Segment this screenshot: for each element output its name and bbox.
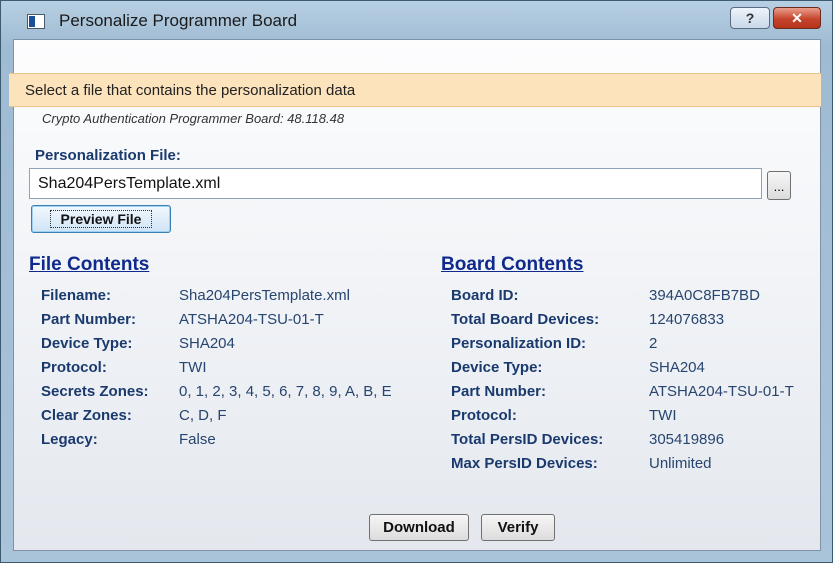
- file-field-value: TWI: [179, 359, 207, 376]
- download-button[interactable]: Download: [369, 514, 469, 541]
- file-field-value: 0, 1, 2, 3, 4, 5, 6, 7, 8, 9, A, B, E: [179, 383, 392, 400]
- board-field-value: 124076833: [649, 311, 725, 328]
- preview-file-button[interactable]: Preview File: [31, 205, 171, 233]
- file-field-label: Protocol:: [41, 359, 107, 376]
- app-icon: [27, 14, 45, 29]
- file-field-label: Filename:: [41, 287, 112, 304]
- title-bar: Personalize Programmer Board ? ✕: [1, 1, 833, 35]
- board-field-label: Personalization ID:: [451, 335, 587, 352]
- preview-file-label: Preview File: [49, 210, 153, 228]
- file-field-value: SHA204: [179, 335, 235, 352]
- window-title: Personalize Programmer Board: [59, 11, 298, 30]
- close-button[interactable]: ✕: [773, 7, 821, 29]
- instruction-banner: Select a file that contains the personal…: [9, 73, 821, 107]
- help-button[interactable]: ?: [730, 7, 770, 29]
- instruction-text: Select a file that contains the personal…: [25, 82, 356, 99]
- board-field-label: Total PersID Devices:: [451, 431, 604, 448]
- browse-button[interactable]: ...: [767, 171, 791, 200]
- board-field-label: Device Type:: [451, 359, 543, 376]
- file-field-label: Device Type:: [41, 335, 133, 352]
- personalization-file-input[interactable]: Sha204PersTemplate.xml: [29, 168, 762, 199]
- file-field-label: Part Number:: [41, 311, 137, 328]
- dialog-window: Personalize Programmer Board ? ✕ Select …: [0, 0, 833, 563]
- file-field-value: False: [179, 431, 216, 448]
- verify-button[interactable]: Verify: [481, 514, 555, 541]
- file-field-value: ATSHA204-TSU-01-T: [179, 311, 324, 328]
- file-field-value: Sha204PersTemplate.xml: [179, 287, 350, 304]
- personalization-file-label: Personalization File:: [35, 147, 181, 164]
- board-field-value: 394A0C8FB7BD: [649, 287, 760, 304]
- board-field-value: 2: [649, 335, 658, 352]
- board-field-label: Board ID:: [451, 287, 519, 304]
- board-field-value: Unlimited: [649, 455, 712, 472]
- board-field-value: SHA204: [649, 359, 705, 376]
- board-field-value: ATSHA204-TSU-01-T: [649, 383, 794, 400]
- board-version-label: Crypto Authentication Programmer Board: …: [42, 111, 345, 126]
- board-field-label: Total Board Devices:: [451, 311, 600, 328]
- board-contents-title: Board Contents: [441, 254, 584, 275]
- file-field-label: Legacy:: [41, 431, 98, 448]
- board-field-label: Part Number:: [451, 383, 547, 400]
- file-contents-title: File Contents: [29, 254, 150, 275]
- file-field-label: Secrets Zones:: [41, 383, 149, 400]
- board-field-label: Max PersID Devices:: [451, 455, 598, 472]
- file-field-label: Clear Zones:: [41, 407, 132, 424]
- board-field-label: Protocol:: [451, 407, 517, 424]
- board-field-value: 305419896: [649, 431, 725, 448]
- board-field-value: TWI: [649, 407, 677, 424]
- file-field-value: C, D, F: [179, 407, 227, 424]
